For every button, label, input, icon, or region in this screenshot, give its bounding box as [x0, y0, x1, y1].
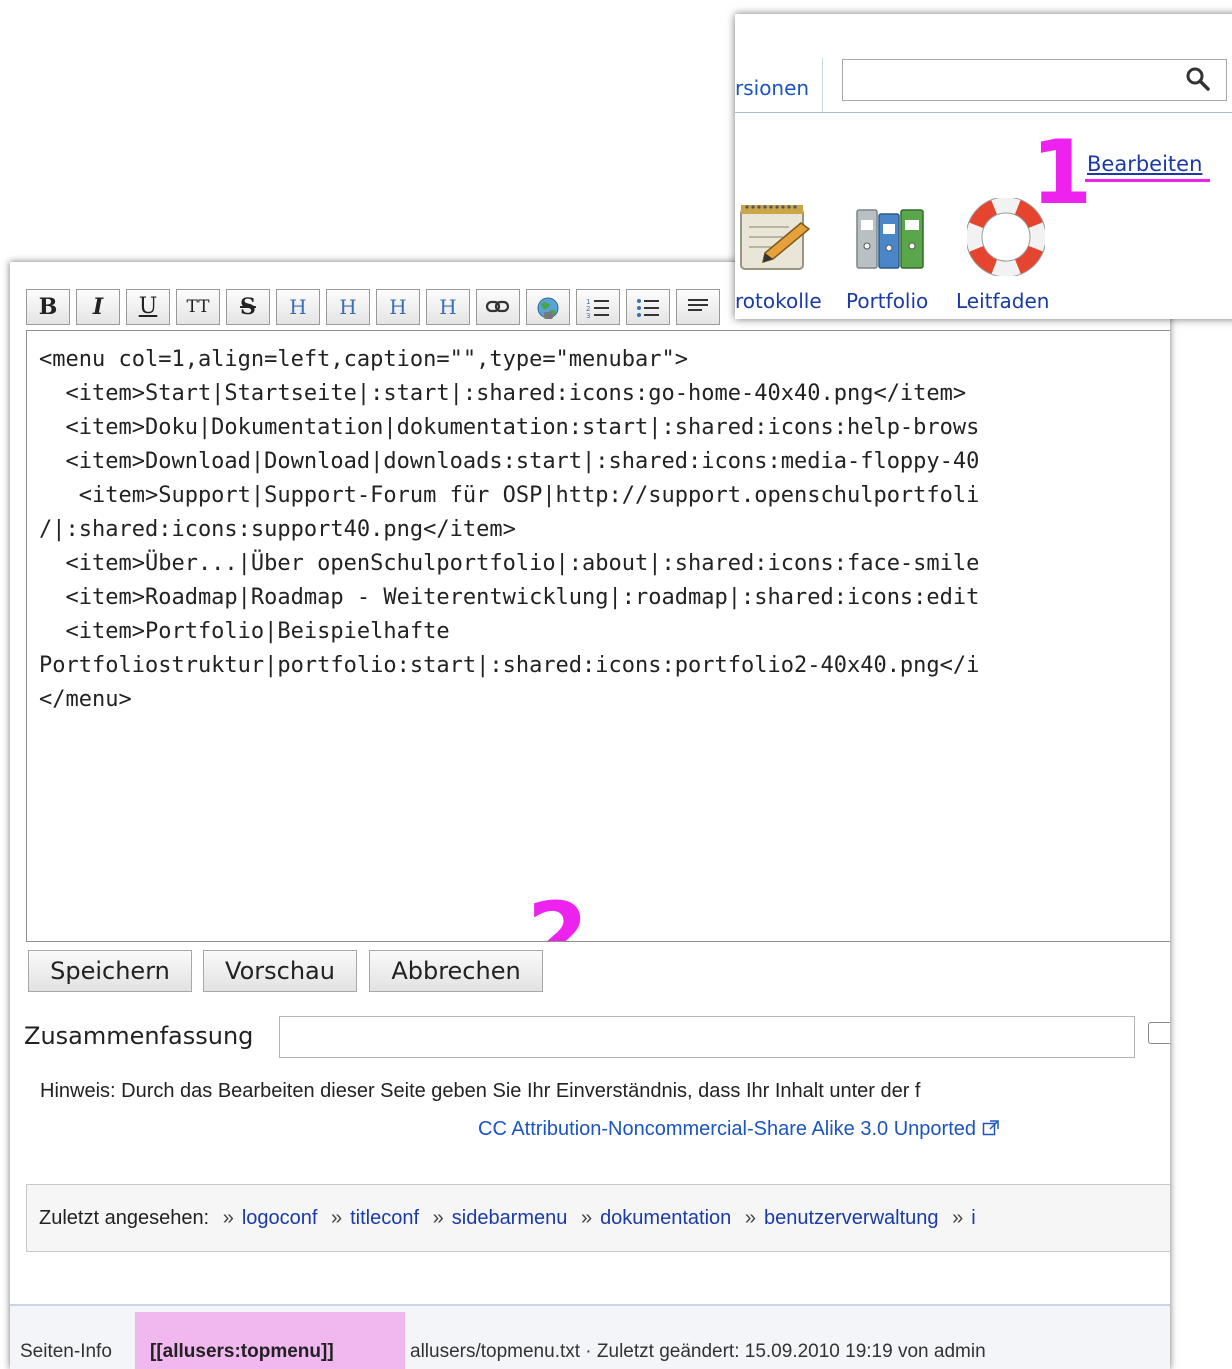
- tab-separator: [822, 58, 823, 112]
- code-line: <item>Portfolio|Beispielhafte: [39, 619, 450, 644]
- code-line: <item>Download|Download|downloads:start|…: [39, 449, 980, 474]
- breadcrumb-separator: »: [331, 1207, 343, 1229]
- breadcrumb-separator: »: [580, 1207, 593, 1229]
- breadcrumb-link-logoconf[interactable]: logoconf: [242, 1207, 318, 1229]
- page-meta: allusers/topmenu.txt · Zuletzt geändert:…: [410, 1341, 986, 1362]
- link-icon: [485, 300, 510, 313]
- license-note: Hinweis: Durch das Bearbeiten dieser Sei…: [40, 1080, 921, 1102]
- page-id: [[allusers:topmenu]]: [150, 1341, 334, 1362]
- summary-label: Zusammenfassung: [24, 1022, 254, 1050]
- cancel-button[interactable]: Abbrechen: [369, 950, 543, 992]
- breadcrumb-link-titleconf[interactable]: titleconf: [350, 1207, 419, 1229]
- page-header-overlay: rsionen 1 Bearbeiten rotokolle Portfolio…: [735, 14, 1232, 319]
- external-link-icon: [982, 1120, 999, 1136]
- menu-item-protokolle[interactable]: rotokolle: [735, 289, 822, 313]
- heading-lower-label: H: [339, 295, 357, 319]
- unordered-list-button[interactable]: [626, 289, 670, 325]
- underline-button[interactable]: U: [126, 289, 170, 325]
- header-divider: [735, 112, 1232, 113]
- page-info-label: Seiten-Info: [20, 1341, 112, 1362]
- code-line: <menu col=1,align=left,caption="",type="…: [39, 347, 689, 372]
- breadcrumb-link-dokumentation[interactable]: dokumentation: [600, 1207, 731, 1229]
- bold-label: B: [38, 294, 58, 320]
- preview-button[interactable]: Vorschau: [203, 950, 357, 992]
- annotation-number-2: 2: [527, 883, 589, 942]
- page-info-footer: Seiten-Info [[allusers:topmenu]] alluser…: [10, 1304, 1170, 1369]
- heading-higher-button[interactable]: H: [376, 289, 420, 325]
- breadcrumb-separator: »: [952, 1207, 964, 1229]
- italic-label: I: [92, 294, 104, 320]
- unordered-list-icon: [637, 299, 659, 317]
- summary-input[interactable]: [279, 1016, 1135, 1058]
- wiki-text-editor[interactable]: <menu col=1,align=left,caption="",type="…: [26, 330, 1170, 942]
- ordered-list-icon: 123: [586, 298, 609, 320]
- code-line: <item>Support|Support-Forum für OSP|http…: [39, 483, 980, 508]
- notebook-pencil-icon[interactable]: [737, 199, 813, 275]
- search-input[interactable]: [842, 59, 1227, 101]
- heading-higher-label: H: [389, 295, 407, 319]
- save-button[interactable]: Speichern: [28, 950, 192, 992]
- ordered-list-button[interactable]: 123: [576, 289, 620, 325]
- strikethrough-label: S: [240, 294, 256, 320]
- italic-button[interactable]: I: [76, 289, 120, 325]
- edit-page-link[interactable]: Bearbeiten: [1087, 152, 1202, 176]
- menu-item-portfolio[interactable]: Portfolio: [846, 289, 928, 313]
- external-link-button[interactable]: [526, 289, 570, 325]
- code-line: Portfoliostruktur|portfolio:start|:share…: [39, 653, 980, 678]
- portfolio-binders-icon[interactable]: [853, 204, 929, 274]
- tab-versions[interactable]: rsionen: [735, 76, 809, 100]
- breadcrumb-link-truncated[interactable]: i: [971, 1207, 975, 1229]
- code-line: <item>Doku|Dokumentation|dokumentation:s…: [39, 415, 980, 440]
- heading-lower-button[interactable]: H: [326, 289, 370, 325]
- breadcrumb-separator: »: [432, 1207, 444, 1229]
- horizontal-rule-button[interactable]: [676, 289, 720, 325]
- heading-same-button[interactable]: H: [276, 289, 320, 325]
- svg-text:3: 3: [586, 312, 590, 320]
- license-link[interactable]: CC Attribution-Noncommercial-Share Alike…: [478, 1118, 976, 1140]
- minor-edit-checkbox[interactable]: [1148, 1022, 1170, 1044]
- menu-item-leitfaden[interactable]: Leitfaden: [956, 289, 1049, 313]
- bold-button[interactable]: B: [26, 289, 70, 325]
- search-icon[interactable]: [1185, 66, 1211, 92]
- align-text-icon: [688, 299, 708, 311]
- globe-icon: [537, 297, 559, 319]
- license-link-wrapper: CC Attribution-Noncommercial-Share Alike…: [478, 1118, 1000, 1141]
- monospace-label: TT: [186, 297, 210, 317]
- breadcrumb-separator: »: [222, 1207, 234, 1229]
- breadcrumb-link-sidebarmenu[interactable]: sidebarmenu: [452, 1207, 568, 1229]
- breadcrumb-separator: »: [744, 1207, 756, 1229]
- heading-select-label: H: [439, 295, 457, 319]
- code-line: </menu>: [39, 687, 132, 712]
- underline-label: U: [138, 294, 158, 319]
- lifebuoy-icon[interactable]: [967, 198, 1045, 276]
- code-line: <item>Start|Startseite|:start|:shared:ic…: [39, 381, 967, 406]
- code-line: /|:shared:icons:support40.png</item>: [39, 517, 516, 542]
- code-line: <item>Roadmap|Roadmap - Weiterentwicklun…: [39, 585, 980, 610]
- monospace-button[interactable]: TT: [176, 289, 220, 325]
- breadcrumb-link-benutzerverwaltung[interactable]: benutzerverwaltung: [764, 1207, 939, 1229]
- heading-same-label: H: [289, 295, 307, 319]
- editor-panel: B I U TT S H H H H 123 <menu col=1,align…: [10, 262, 1170, 1369]
- breadcrumb-label: Zuletzt angesehen:: [39, 1207, 210, 1229]
- heading-select-button[interactable]: H: [426, 289, 470, 325]
- link-button[interactable]: [476, 289, 520, 325]
- edit-link-highlight: [1085, 179, 1210, 182]
- breadcrumb: Zuletzt angesehen: » logoconf » titleconf …: [26, 1184, 1170, 1252]
- strikethrough-button[interactable]: S: [226, 289, 270, 325]
- code-line: <item>Über...|Über openSchulportfolio|:a…: [39, 551, 980, 576]
